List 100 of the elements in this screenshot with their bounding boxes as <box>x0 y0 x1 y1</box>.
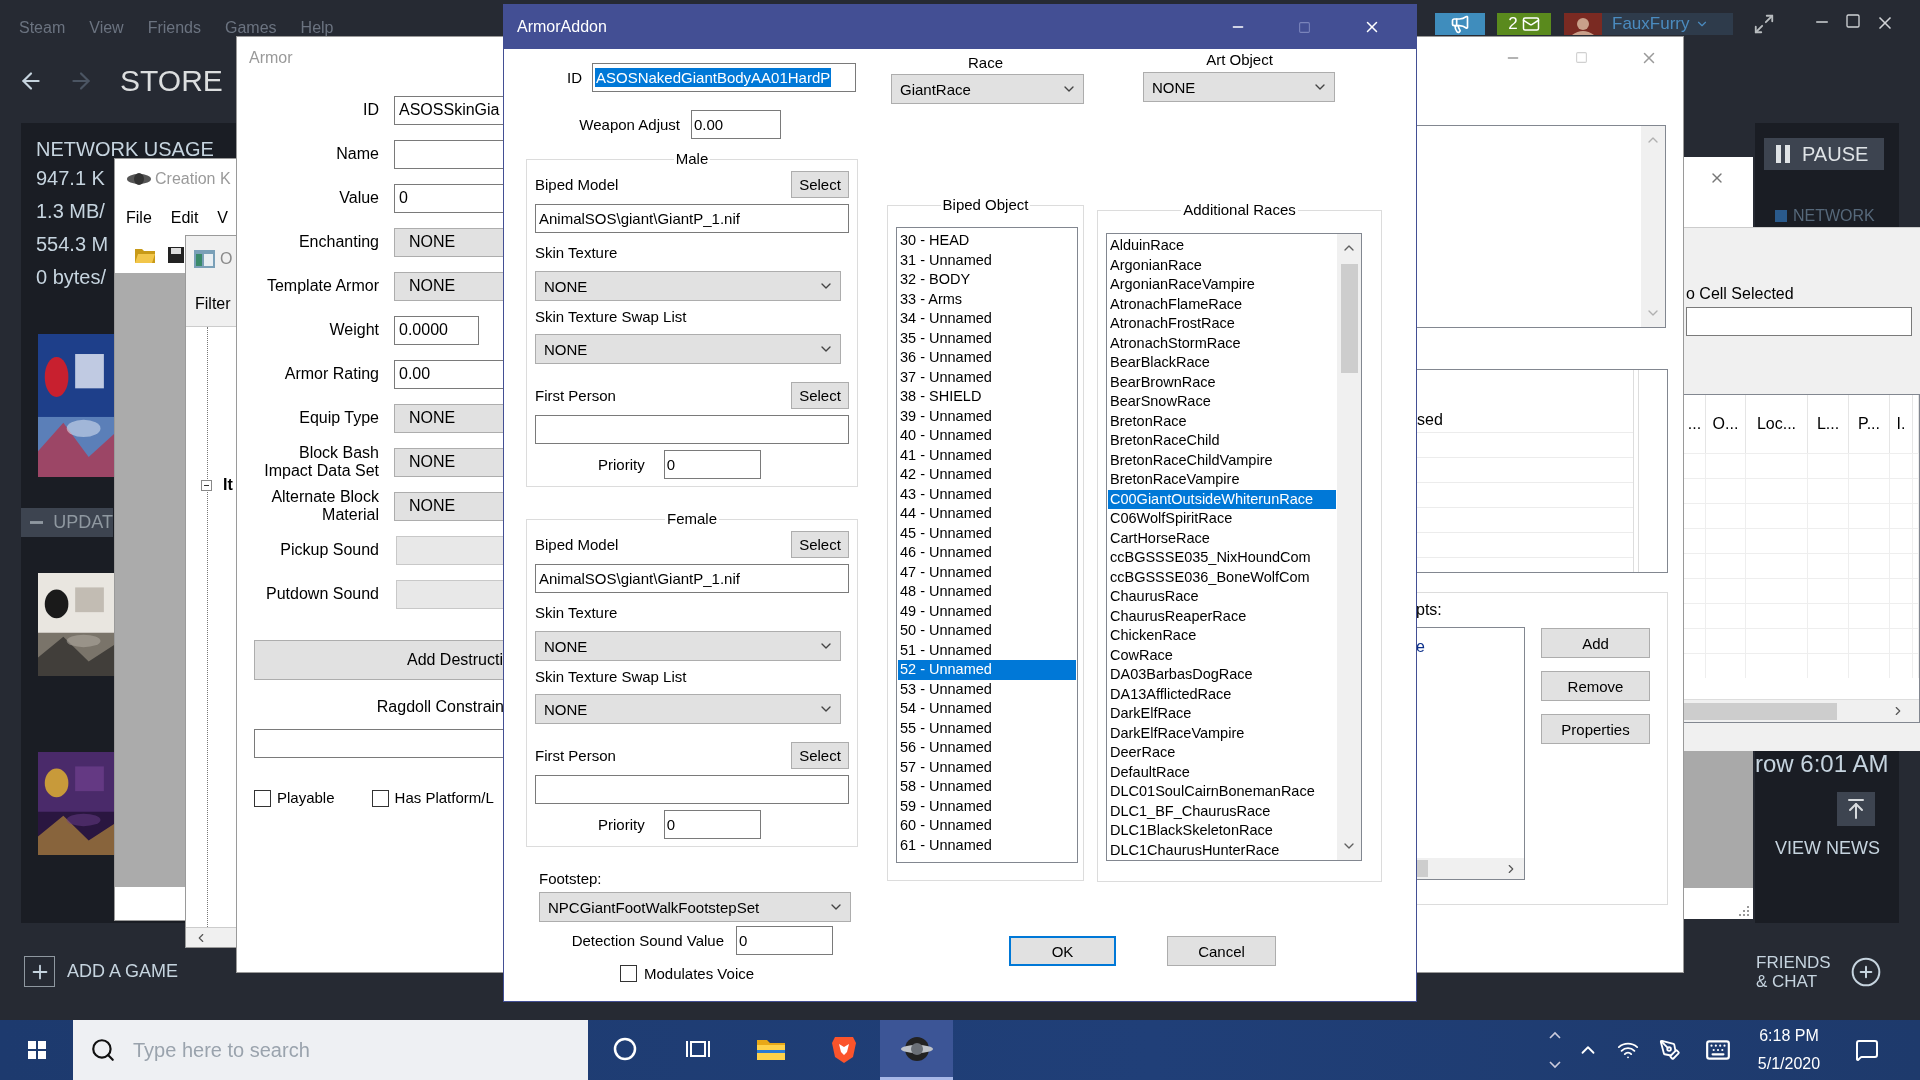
list-item[interactable]: 49 - Unnamed <box>898 601 1076 621</box>
text-field[interactable] <box>254 729 504 758</box>
list-item[interactable]: 33 - Arms <box>898 289 1076 309</box>
text-field[interactable]: 0.0000 <box>394 315 479 345</box>
view-news-link[interactable]: VIEW NEWS <box>1775 838 1899 859</box>
list-item[interactable]: 57 - Unnamed <box>898 757 1076 777</box>
dropdown[interactable]: NONE <box>535 631 841 661</box>
list-item[interactable]: ccBGSSSE036_BoneWolfCom <box>1108 567 1336 587</box>
list-item[interactable]: 47 - Unnamed <box>898 562 1076 582</box>
menu-item[interactable]: V <box>217 209 229 227</box>
list-item[interactable]: 53 - Unnamed <box>898 679 1076 699</box>
list-item[interactable]: 60 - Unnamed <box>898 816 1076 836</box>
list-item[interactable]: ChickenRace <box>1108 626 1336 646</box>
list-item[interactable]: DLC1_BF_ChaurusRace <box>1108 801 1336 821</box>
list-item[interactable]: 59 - Unnamed <box>898 796 1076 816</box>
list-item[interactable]: 54 - Unnamed <box>898 699 1076 719</box>
list-item[interactable]: AlduinRace <box>1108 236 1336 256</box>
list-item[interactable]: ChaurusReaperRace <box>1108 606 1336 626</box>
sound-field[interactable] <box>396 535 504 565</box>
list-item[interactable]: 55 - Unnamed <box>898 718 1076 738</box>
list-item[interactable]: BretonRaceVampire <box>1108 470 1336 490</box>
list-item[interactable]: 52 - Unnamed <box>898 660 1076 680</box>
list-item[interactable]: e <box>1416 628 1524 656</box>
text-field[interactable] <box>535 775 849 804</box>
list-item[interactable]: 41 - Unnamed <box>898 445 1076 465</box>
text-field[interactable]: 0.00 <box>394 359 504 389</box>
checkbox[interactable] <box>254 789 271 807</box>
list-item[interactable]: 56 - Unnamed <box>898 738 1076 758</box>
text-field[interactable]: 0 <box>736 926 833 955</box>
list-item[interactable]: DA13AfflictedRace <box>1108 684 1336 704</box>
dropdown[interactable]: NONE <box>394 403 504 433</box>
list-item[interactable]: 58 - Unnamed <box>898 777 1076 797</box>
dropdown[interactable]: NONE <box>394 271 504 301</box>
list-item[interactable]: 61 - Unnamed <box>898 835 1076 855</box>
column-header[interactable]: L... <box>1808 395 1849 453</box>
text-field[interactable]: 0 <box>663 810 761 839</box>
menu-item[interactable]: File <box>126 209 152 227</box>
text-field[interactable]: AnimalSOS\giant\GiantP_1.nif <box>535 204 849 233</box>
friends-chat-button[interactable]: FRIENDS & CHAT <box>1756 952 1882 991</box>
script-button[interactable]: Remove <box>1541 671 1650 701</box>
taskbar-app[interactable] <box>880 1020 953 1080</box>
select-button[interactable]: Select <box>791 171 849 198</box>
list-item[interactable]: DarkElfRace <box>1108 704 1336 724</box>
dropdown[interactable]: NONE <box>535 334 841 364</box>
column-header[interactable]: Loc... <box>1746 395 1808 453</box>
text-field[interactable]: 0 <box>394 183 504 213</box>
expand-icon[interactable] <box>1753 13 1775 35</box>
dropdown[interactable]: NPCGiantFootWalkFootstepSet <box>539 892 851 922</box>
list-item[interactable]: 43 - Unnamed <box>898 484 1076 504</box>
select-button[interactable]: Select <box>791 742 849 769</box>
list-item[interactable]: 38 - SHIELD <box>898 387 1076 407</box>
list-item[interactable]: 51 - Unnamed <box>898 640 1076 660</box>
dropdown[interactable]: NONE <box>394 447 504 477</box>
list-item[interactable]: CartHorseRace <box>1108 528 1336 548</box>
list-item[interactable]: 37 - Unnamed <box>898 367 1076 387</box>
dropdown[interactable]: NONE <box>394 227 504 257</box>
notification-icon[interactable] <box>1855 1038 1879 1062</box>
list-item[interactable]: BretonRaceChildVampire <box>1108 450 1336 470</box>
tree-item[interactable]: It <box>223 476 233 494</box>
list-item[interactable]: BearSnowRace <box>1108 392 1336 412</box>
list-item[interactable]: 36 - Unnamed <box>898 348 1076 368</box>
list-item[interactable]: 40 - Unnamed <box>898 426 1076 446</box>
list-item[interactable]: 39 - Unnamed <box>898 406 1076 426</box>
add-game-button[interactable]: ADD A GAME <box>24 956 179 987</box>
text-field[interactable] <box>1686 307 1912 336</box>
list-item[interactable]: DeerRace <box>1108 743 1336 763</box>
column-header[interactable]: O... <box>1706 395 1746 453</box>
list-item[interactable]: AtronachFlameRace <box>1108 294 1336 314</box>
list-item[interactable]: ChaurusRace <box>1108 587 1336 607</box>
text-field[interactable]: 0 <box>663 450 761 479</box>
list-item[interactable]: AtronachStormRace <box>1108 333 1336 353</box>
text-field[interactable] <box>535 415 849 444</box>
dialog-button[interactable]: OK <box>1009 936 1116 966</box>
menu-item[interactable]: Edit <box>170 209 199 227</box>
list-item[interactable]: ccBGSSSE035_NixHoundCom <box>1108 548 1336 568</box>
dropdown[interactable]: GiantRace <box>891 74 1084 104</box>
list-item[interactable]: ArgonianRace <box>1108 255 1336 275</box>
list-item[interactable]: BretonRaceChild <box>1108 431 1336 451</box>
dropdown[interactable]: NONE <box>1143 72 1335 102</box>
dropdown[interactable]: NONE <box>394 491 504 521</box>
list-item[interactable]: 44 - Unnamed <box>898 504 1076 524</box>
list-item[interactable]: 50 - Unnamed <box>898 621 1076 641</box>
list-item[interactable]: C00GiantOutsideWhiterunRace <box>1108 489 1336 509</box>
list-item[interactable]: 31 - Unnamed <box>898 250 1076 270</box>
id-field[interactable]: ASOSNakedGiantBodyAA01HardP <box>592 63 856 92</box>
text-field[interactable] <box>394 139 504 169</box>
list-item[interactable]: BearBlackRace <box>1108 353 1336 373</box>
pen-icon[interactable] <box>1659 1039 1681 1061</box>
collapse-icon[interactable] <box>201 479 212 491</box>
announcements-button[interactable] <box>1435 13 1485 35</box>
script-button[interactable]: Add <box>1541 628 1650 658</box>
list-item[interactable]: 46 - Unnamed <box>898 543 1076 563</box>
dialog-button[interactable]: Cancel <box>1167 936 1276 966</box>
dropdown[interactable]: NONE <box>535 694 841 724</box>
list-item[interactable]: AtronachFrostRace <box>1108 314 1336 334</box>
list-item[interactable]: 35 - Unnamed <box>898 328 1076 348</box>
list-item[interactable]: ArgonianRaceVampire <box>1108 275 1336 295</box>
list-item[interactable]: DefaultRace <box>1108 762 1336 782</box>
list-item[interactable]: DLC01SoulCairnBonemanRace <box>1108 782 1336 802</box>
select-button[interactable]: Select <box>791 531 849 558</box>
